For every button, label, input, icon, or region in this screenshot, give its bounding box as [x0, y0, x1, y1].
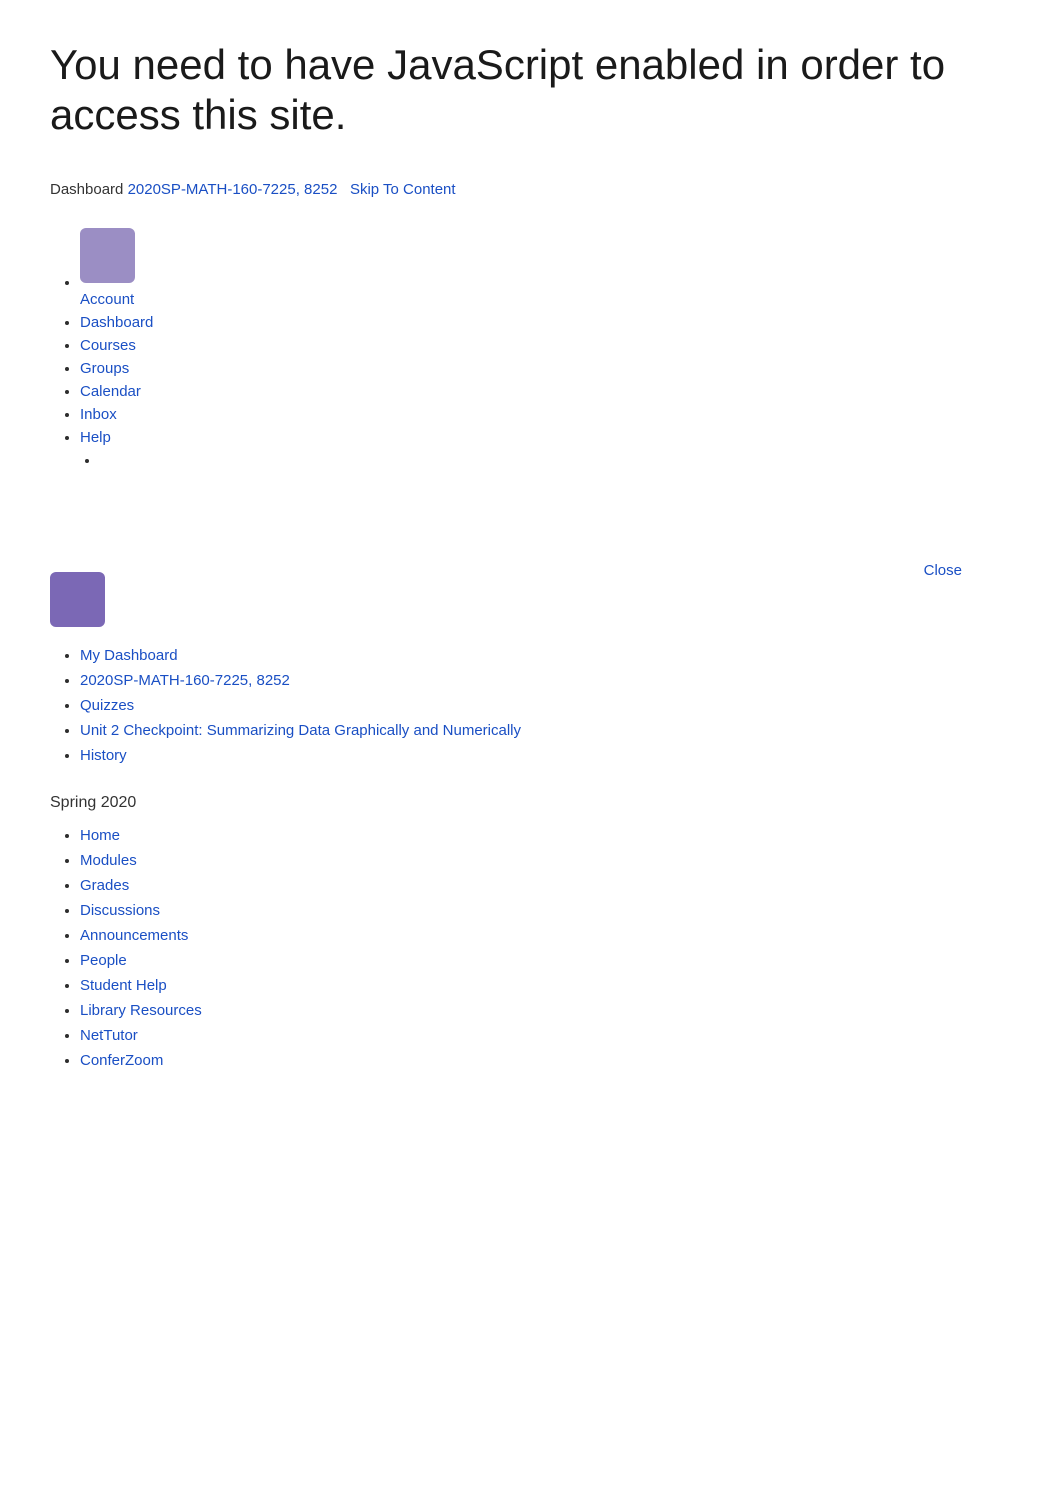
course-nav-item-library-resources: Library Resources: [80, 1002, 1012, 1019]
panel-my-dashboard-link[interactable]: My Dashboard: [80, 647, 178, 664]
global-nav-item-help: Help: [80, 429, 1012, 446]
course-nav-item-conferzoom: ConferZoom: [80, 1052, 1012, 1069]
panel-user-avatar: [50, 572, 105, 627]
panel-breadcrumb-item-dashboard: My Dashboard: [80, 647, 1012, 664]
course-nav-item-announcements: Announcements: [80, 927, 1012, 944]
course-grades-link[interactable]: Grades: [80, 877, 129, 894]
global-nav-item-calendar: Calendar: [80, 383, 1012, 400]
breadcrumb-panel: Close My Dashboard 2020SP-MATH-160-7225,…: [50, 562, 1012, 764]
breadcrumb-prefix: Dashboard: [50, 181, 123, 198]
panel-breadcrumb-items: My Dashboard 2020SP-MATH-160-7225, 8252 …: [60, 647, 1012, 764]
course-nav-item-home: Home: [80, 827, 1012, 844]
course-section: Spring 2020 Home Modules Grades Discussi…: [50, 794, 1012, 1069]
user-avatar: [80, 228, 135, 283]
course-nav-item-grades: Grades: [80, 877, 1012, 894]
course-nav-list: Home Modules Grades Discussions Announce…: [50, 827, 1012, 1069]
course-nav-item-student-help: Student Help: [80, 977, 1012, 994]
global-nav-account-link[interactable]: Account: [80, 291, 134, 308]
panel-checkpoint-link[interactable]: Unit 2 Checkpoint: Summarizing Data Grap…: [80, 722, 521, 739]
panel-breadcrumb-item-course: 2020SP-MATH-160-7225, 8252: [80, 672, 1012, 689]
course-semester-label: Spring 2020: [50, 794, 1012, 812]
course-nav-item-nettutor: NetTutor: [80, 1027, 1012, 1044]
js-warning-heading: You need to have JavaScript enabled in o…: [50, 40, 1012, 141]
course-student-help-link[interactable]: Student Help: [80, 977, 167, 994]
course-nav-item-people: People: [80, 952, 1012, 969]
course-nav-item-discussions: Discussions: [80, 902, 1012, 919]
global-nav: Account Dashboard Courses Groups Calenda…: [50, 228, 1012, 472]
global-nav-item-courses: Courses: [80, 337, 1012, 354]
course-nav-item-modules: Modules: [80, 852, 1012, 869]
panel-breadcrumb-list: My Dashboard 2020SP-MATH-160-7225, 8252 …: [60, 647, 1012, 764]
panel-breadcrumb-item-quizzes: Quizzes: [80, 697, 1012, 714]
global-nav-groups-link[interactable]: Groups: [80, 360, 129, 377]
global-nav-item-avatar: Account: [80, 228, 1012, 308]
panel-history-link[interactable]: History: [80, 747, 127, 764]
course-nav: Home Modules Grades Discussions Announce…: [50, 827, 1012, 1069]
global-nav-help-link[interactable]: Help: [80, 429, 111, 446]
course-nettutor-link[interactable]: NetTutor: [80, 1027, 138, 1044]
global-nav-list: Account Dashboard Courses Groups Calenda…: [50, 228, 1012, 472]
global-nav-item-inbox: Inbox: [80, 406, 1012, 423]
user-panel: [50, 572, 1012, 627]
global-nav-item-groups: Groups: [80, 360, 1012, 377]
breadcrumb-bar: Dashboard 2020SP-MATH-160-7225, 8252 Ski…: [50, 181, 1012, 198]
panel-breadcrumb-item-checkpoint: Unit 2 Checkpoint: Summarizing Data Grap…: [80, 722, 1012, 739]
panel-course-link[interactable]: 2020SP-MATH-160-7225, 8252: [80, 672, 290, 689]
close-button[interactable]: Close: [924, 562, 962, 579]
js-warning-section: You need to have JavaScript enabled in o…: [50, 40, 1012, 141]
course-announcements-link[interactable]: Announcements: [80, 927, 188, 944]
global-nav-dashboard-link[interactable]: Dashboard: [80, 314, 153, 331]
course-library-resources-link[interactable]: Library Resources: [80, 1002, 202, 1019]
panel-quizzes-link[interactable]: Quizzes: [80, 697, 134, 714]
course-people-link[interactable]: People: [80, 952, 127, 969]
skip-to-content-link[interactable]: Skip To Content: [350, 181, 456, 198]
panel-breadcrumb-item-history: History: [80, 747, 1012, 764]
global-nav-calendar-link[interactable]: Calendar: [80, 383, 141, 400]
global-nav-inbox-link[interactable]: Inbox: [80, 406, 117, 423]
course-home-link[interactable]: Home: [80, 827, 120, 844]
global-nav-item-dashboard: Dashboard: [80, 314, 1012, 331]
breadcrumb-course-link[interactable]: 2020SP-MATH-160-7225, 8252: [128, 181, 338, 198]
global-nav-courses-link[interactable]: Courses: [80, 337, 136, 354]
course-discussions-link[interactable]: Discussions: [80, 902, 160, 919]
global-nav-item-empty: [100, 452, 1012, 472]
course-modules-link[interactable]: Modules: [80, 852, 137, 869]
course-conferzoom-link[interactable]: ConferZoom: [80, 1052, 163, 1069]
